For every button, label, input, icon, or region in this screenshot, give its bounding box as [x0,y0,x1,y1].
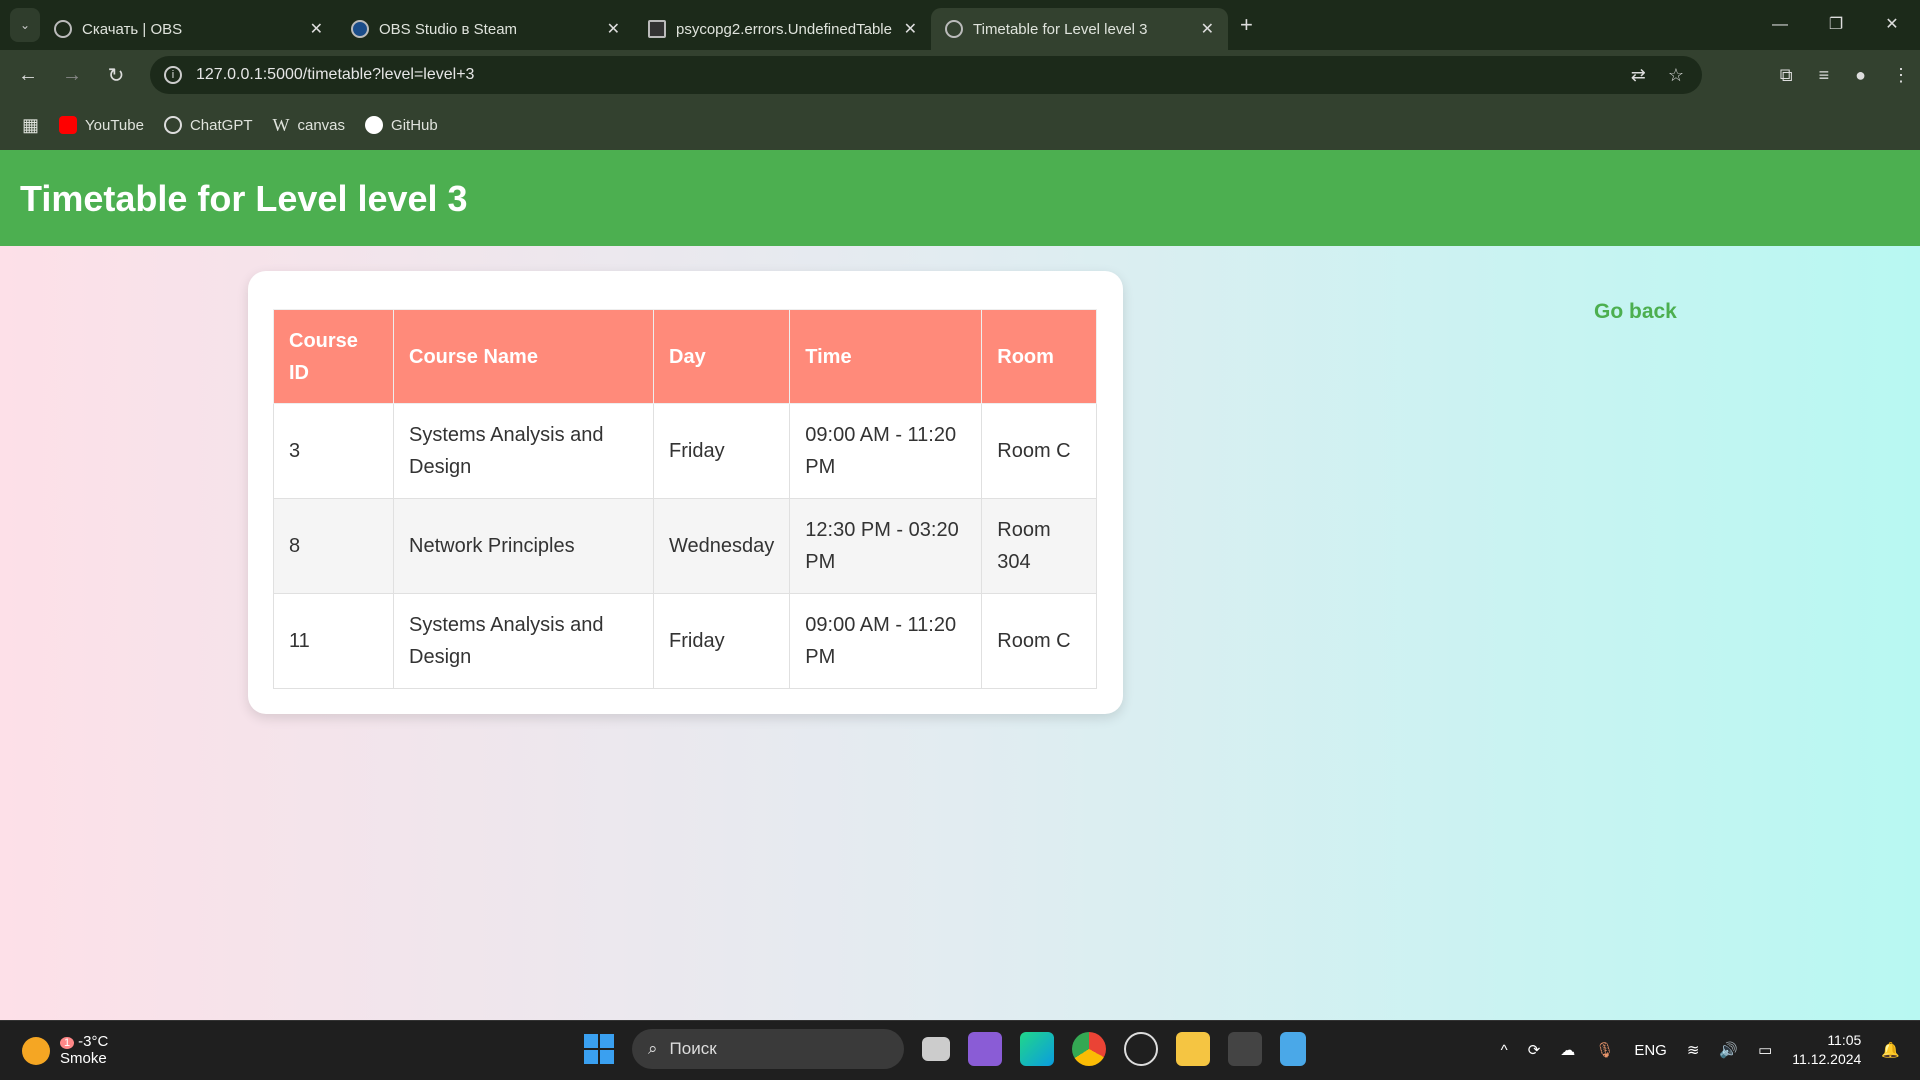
close-tab-icon[interactable]: ✕ [607,19,620,39]
cell-course-name: Systems Analysis and Design [393,593,654,689]
onedrive-icon[interactable]: ☁ [1560,1041,1575,1059]
close-tab-icon[interactable]: ✕ [310,19,323,39]
minimize-button[interactable]: — [1752,0,1808,50]
steam-icon [351,20,369,38]
timetable-card: Course ID Course Name Day Time Room 3 Sy… [248,271,1123,714]
table-row: 11 Systems Analysis and Design Friday 09… [273,593,1097,689]
search-icon: ⌕ [648,1039,658,1058]
cell-time: 09:00 AM - 11:20 PM [789,403,983,499]
apps-icon[interactable]: ▦ [22,115,39,136]
cell-course-name: Network Principles [393,498,654,594]
reload-button[interactable]: ↻ [94,63,138,88]
forward-button[interactable]: → [50,64,94,87]
tab-obs-steam[interactable]: OBS Studio в Steam ✕ [337,8,634,50]
column-header-course-id: Course ID [273,309,394,404]
notification-badge: 1 [60,1037,75,1049]
sync-icon[interactable]: ⟳ [1528,1041,1541,1059]
profile-icon[interactable]: ● [1855,65,1866,86]
page-header: Timetable for Level level 3 [0,150,1920,246]
weather-icon [22,1037,50,1065]
pycharm-icon[interactable] [1020,1032,1054,1066]
go-back-link[interactable]: Go back [1594,300,1677,324]
column-header-time: Time [789,309,983,404]
extensions-icon[interactable]: ⧉ [1780,65,1793,86]
page-content: Course ID Course Name Day Time Room 3 Sy… [0,246,1920,1020]
back-button[interactable]: ← [6,64,50,87]
cell-day: Friday [652,403,791,499]
tab-obs-download[interactable]: Скачать | OBS ✕ [40,8,337,50]
taskbar: 1 -3°C Smoke ⌕ Поиск ^ ⟳ ☁ 🎙 ENG ≋ 🔊 ▭ 11:0… [0,1020,1920,1080]
notepad-icon[interactable] [1280,1032,1306,1066]
bookmark-canvas[interactable]: Wcanvas [273,115,346,136]
media-icon[interactable]: ≡ [1819,65,1830,86]
terminal-icon [648,20,666,38]
terminal-icon[interactable] [1228,1032,1262,1066]
obs-icon[interactable] [1124,1032,1158,1066]
cell-course-name: Systems Analysis and Design [393,403,654,499]
cell-room: Room C [981,403,1097,499]
cell-room: Room C [981,593,1097,689]
bookmark-github[interactable]: GitHub [365,116,438,134]
github-icon [365,116,384,134]
task-view-icon[interactable] [922,1037,950,1061]
battery-icon[interactable]: ▭ [1758,1041,1772,1059]
chatgpt-icon [163,116,182,134]
restore-button[interactable]: ❐ [1808,0,1864,50]
chrome-icon[interactable] [1072,1032,1106,1066]
url-text[interactable]: 127.0.0.1:5000/timetable?level=level+3 [196,66,474,84]
close-tab-icon[interactable]: ✕ [1201,19,1214,39]
taskbar-search[interactable]: ⌕ Поиск [632,1029,904,1069]
volume-icon[interactable]: 🔊 [1719,1041,1738,1059]
column-header-day: Day [652,309,791,404]
menu-icon[interactable]: ⋮ [1892,65,1910,86]
cell-day: Friday [652,593,791,689]
cell-course-id: 8 [273,498,394,594]
notification-bell-icon[interactable]: 🔔 [1881,1041,1900,1059]
timetable-table: Course ID Course Name Day Time Room 3 Sy… [273,309,1097,689]
column-header-room: Room [981,309,1097,404]
globe-icon [945,20,963,38]
tab-search-button[interactable]: ⌄ [10,8,40,42]
page-title: Timetable for Level level 3 [20,178,468,219]
youtube-icon [59,116,78,134]
clock[interactable]: 11:05 11.12.2024 [1792,1031,1861,1069]
translate-icon[interactable]: ⇄ [1631,65,1646,86]
wikipedia-icon: W [272,114,290,135]
show-hidden-icons[interactable]: ^ [1501,1042,1508,1059]
tab-strip: ⌄ Скачать | OBS ✕ OBS Studio в Steam ✕ psy… [0,0,1920,50]
address-bar[interactable]: i 127.0.0.1:5000/timetable?level=level+3… [150,56,1702,94]
cell-time: 12:30 PM - 03:20 PM [789,498,983,594]
new-tab-button[interactable]: + [1240,12,1253,38]
language-indicator[interactable]: ENG [1634,1042,1667,1059]
microphone-icon[interactable]: 🎙 [1595,1041,1614,1059]
bookmark-star-icon[interactable]: ☆ [1668,65,1684,86]
cell-time: 09:00 AM - 11:20 PM [789,593,983,689]
obs-icon [54,20,72,38]
bookmark-chatgpt[interactable]: ChatGPT [163,116,253,134]
column-header-course-name: Course Name [393,309,654,404]
weather-widget[interactable]: 1 -3°C Smoke [22,1033,108,1067]
file-explorer-icon[interactable] [1176,1032,1210,1066]
table-row: 8 Network Principles Wednesday 12:30 PM … [273,498,1097,594]
bookmarks-bar: ▦ YouTube ChatGPT Wcanvas GitHub [0,100,1920,150]
tab-psycopg-error[interactable]: psycopg2.errors.UndefinedTable ✕ [634,8,931,50]
close-window-button[interactable]: ✕ [1864,0,1920,50]
cell-course-id: 3 [273,403,394,499]
wifi-icon[interactable]: ≋ [1687,1041,1700,1059]
start-button[interactable] [584,1034,614,1064]
site-info-icon[interactable]: i [164,66,182,84]
visual-studio-icon[interactable] [968,1032,1002,1066]
browser-toolbar: ← → ↻ i 127.0.0.1:5000/timetable?level=l… [0,50,1920,100]
bookmark-youtube[interactable]: YouTube [59,116,144,134]
cell-course-id: 11 [273,593,394,689]
cell-room: Room 304 [981,498,1097,594]
close-tab-icon[interactable]: ✕ [904,19,917,39]
cell-day: Wednesday [652,498,791,594]
tab-timetable[interactable]: Timetable for Level level 3 ✕ [931,8,1228,50]
table-row: 3 Systems Analysis and Design Friday 09:… [273,403,1097,499]
